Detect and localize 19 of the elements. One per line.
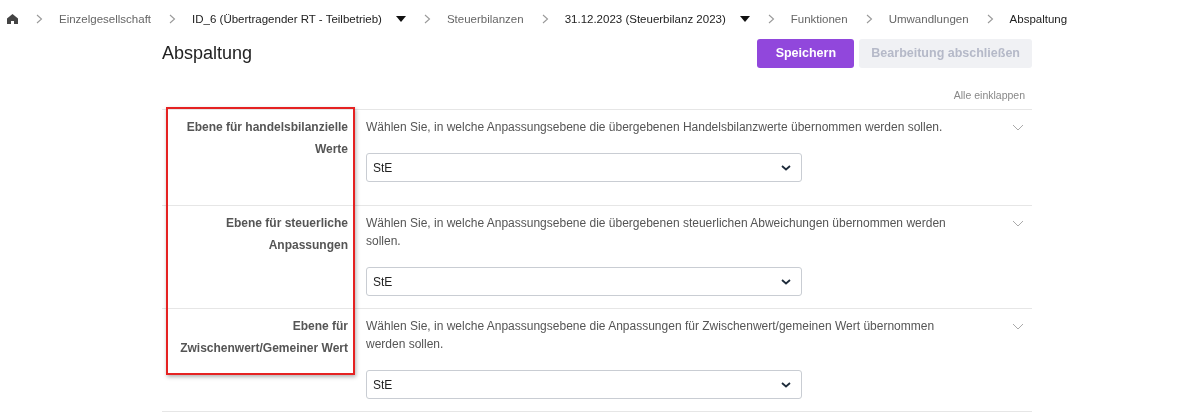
select-field[interactable]: StE xyxy=(366,267,802,296)
save-button[interactable]: Speichern xyxy=(757,38,855,68)
collapse-all-link[interactable]: Alle einklappen xyxy=(953,89,1025,101)
breadcrumb-link[interactable]: 31.12.2023 (Steuerbilanz 2023) xyxy=(564,13,726,25)
breadcrumb-link[interactable]: Abspaltung xyxy=(1009,13,1068,25)
select-field[interactable]: StE xyxy=(366,370,802,399)
breadcrumb-link[interactable]: Steuerbilanzen xyxy=(446,13,524,25)
breadcrumb-link[interactable]: Funktionen xyxy=(790,13,848,25)
page-title: Abspaltung xyxy=(162,42,253,64)
breadcrumb-link[interactable]: Umwandlungen xyxy=(888,13,969,25)
field-label: Ebene für handelsbilanzielle Werte xyxy=(185,119,349,158)
field-description: Wählen Sie, in welche Anpassungsebene die Anpassungen für Zwischenwert/gemeinen Wert übernommen werden sollen. xyxy=(366,318,936,353)
select-field[interactable]: StE xyxy=(366,153,802,182)
field-description: Wählen Sie, in welche Anpassungsebene die übergebenen steuerlichen Abweichungen übernommen werden sollen. xyxy=(366,215,947,250)
breadcrumb-link[interactable]: Einzelgesellschaft xyxy=(59,13,152,25)
field-label: Ebene für steuerliche Anpassungen xyxy=(224,215,349,254)
field-label: Ebene für Zwischenwert/Gemeiner Wert xyxy=(179,318,349,357)
breadcrumb-link[interactable]: ID_6 (Übertragender RT - Teilbetrieb) xyxy=(192,13,382,25)
field-description: Wählen Sie, in welche Anpassungsebene die übergebenen Handelsbilanzwerte übernommen werden sollen. xyxy=(366,119,944,136)
